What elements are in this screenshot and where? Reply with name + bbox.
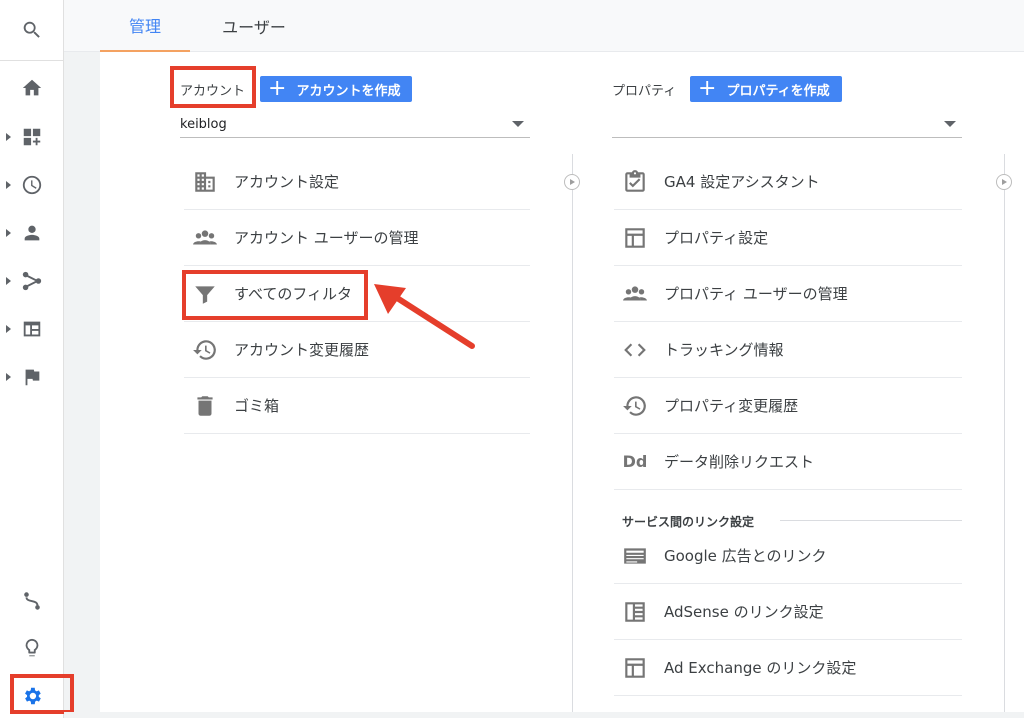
behavior-icon [23, 321, 41, 337]
column-connector-icon [564, 174, 580, 190]
ads-icon [620, 543, 650, 569]
top-tab-bar: 管理 ユーザー [64, 0, 1024, 52]
trash-label: ゴミ箱 [234, 397, 280, 415]
account-selector[interactable]: keiblog [180, 112, 530, 138]
adsense-link-item[interactable]: AdSense のリンク設定 [614, 584, 962, 640]
search-icon [23, 21, 40, 38]
section-rule [780, 520, 962, 521]
highlight-all-filters [182, 270, 368, 320]
google-ads-link-label: Google 広告とのリンク [664, 547, 827, 565]
create-account-button[interactable]: + アカウントを作成 [260, 76, 413, 102]
attribution-button[interactable] [0, 581, 64, 621]
customization-button[interactable] [0, 117, 64, 157]
trash-item[interactable]: ゴミ箱 [184, 378, 530, 434]
left-nav-rail [0, 0, 64, 718]
account-settings-label: アカウント設定 [234, 173, 340, 191]
admin-panel: アカウント + アカウントを作成 keiblog プロパティ + プロパティを作… [100, 52, 1024, 718]
account-selected-value: keiblog [180, 117, 227, 132]
acquisition-button[interactable] [0, 261, 64, 301]
highlight-admin-gear [10, 674, 74, 714]
code-icon [620, 337, 650, 363]
people-icon [190, 225, 220, 251]
behavior-button[interactable] [0, 309, 64, 349]
adsense-icon [620, 599, 650, 625]
building-icon [190, 169, 220, 195]
account-user-management-label: アカウント ユーザーの管理 [234, 229, 419, 247]
discover-button[interactable] [0, 628, 64, 668]
clock-icon [22, 175, 42, 195]
property-change-history-item[interactable]: プロパティ変更履歴 [614, 378, 962, 434]
dropdown-arrow-icon [512, 121, 524, 127]
realtime-button[interactable] [0, 165, 64, 205]
annotation-arrow [374, 284, 475, 349]
data-deletion-request-label: データ削除リクエスト [664, 453, 815, 471]
tab-users[interactable]: ユーザー [204, 0, 304, 52]
dd-icon: Dd [622, 452, 648, 471]
property-selector[interactable] [612, 112, 962, 138]
google-ads-link-item[interactable]: Google 広告とのリンク [614, 528, 962, 584]
layout-icon [620, 655, 650, 681]
ga4-setup-assistant-label: GA4 設定アシスタント [664, 173, 820, 191]
tracking-info-item[interactable]: トラッキング情報 [614, 322, 962, 378]
plus-icon: + [268, 76, 287, 101]
property-column-label: プロパティ [612, 84, 677, 99]
adsense-link-label: AdSense のリンク設定 [664, 603, 824, 621]
lightbulb-icon [25, 638, 39, 657]
account-settings-item[interactable]: アカウント設定 [184, 154, 530, 210]
attribution-icon [24, 592, 40, 610]
create-account-label: アカウントを作成 [296, 83, 401, 99]
ga4-setup-assistant-item[interactable]: GA4 設定アシスタント [614, 154, 962, 210]
highlight-account-label [170, 66, 256, 108]
flag-icon [25, 369, 40, 386]
customization-icon [23, 128, 41, 146]
acquisition-icon [22, 271, 42, 291]
ad-exchange-link-label: Ad Exchange のリンク設定 [664, 659, 857, 677]
audience-button[interactable] [0, 213, 64, 253]
history-icon [620, 393, 650, 419]
data-deletion-request-item[interactable]: Dd データ削除リクエスト [614, 434, 962, 490]
history-icon [190, 337, 220, 363]
column-connector-icon [996, 174, 1012, 190]
property-settings-item[interactable]: プロパティ設定 [614, 210, 962, 266]
plus-icon: + [698, 76, 717, 101]
bottom-strip [64, 712, 1024, 718]
people-icon [620, 281, 650, 307]
create-property-button[interactable]: + プロパティを作成 [690, 76, 842, 102]
column-separator [1004, 154, 1005, 718]
search-button[interactable] [0, 10, 64, 50]
home-icon [22, 79, 42, 96]
property-change-history-label: プロパティ変更履歴 [664, 397, 799, 415]
person-icon [24, 225, 40, 241]
ad-exchange-link-item[interactable]: Ad Exchange のリンク設定 [614, 640, 962, 696]
account-change-history-label: アカウント変更履歴 [234, 341, 370, 359]
dropdown-arrow-icon [944, 121, 956, 127]
tab-admin[interactable]: 管理 [100, 0, 190, 52]
tracking-info-label: トラッキング情報 [664, 341, 784, 359]
layout-icon [620, 225, 650, 251]
checklist-icon [620, 169, 650, 195]
property-user-management-label: プロパティ ユーザーの管理 [664, 285, 848, 303]
account-user-management-item[interactable]: アカウント ユーザーの管理 [184, 210, 530, 266]
create-property-label: プロパティを作成 [726, 83, 830, 99]
property-user-management-item[interactable]: プロパティ ユーザーの管理 [614, 266, 962, 322]
rail-divider [0, 60, 64, 61]
property-settings-label: プロパティ設定 [664, 229, 769, 247]
home-button[interactable] [0, 68, 64, 108]
conversions-button[interactable] [0, 357, 64, 397]
trash-icon [190, 393, 220, 419]
column-separator [572, 154, 573, 718]
